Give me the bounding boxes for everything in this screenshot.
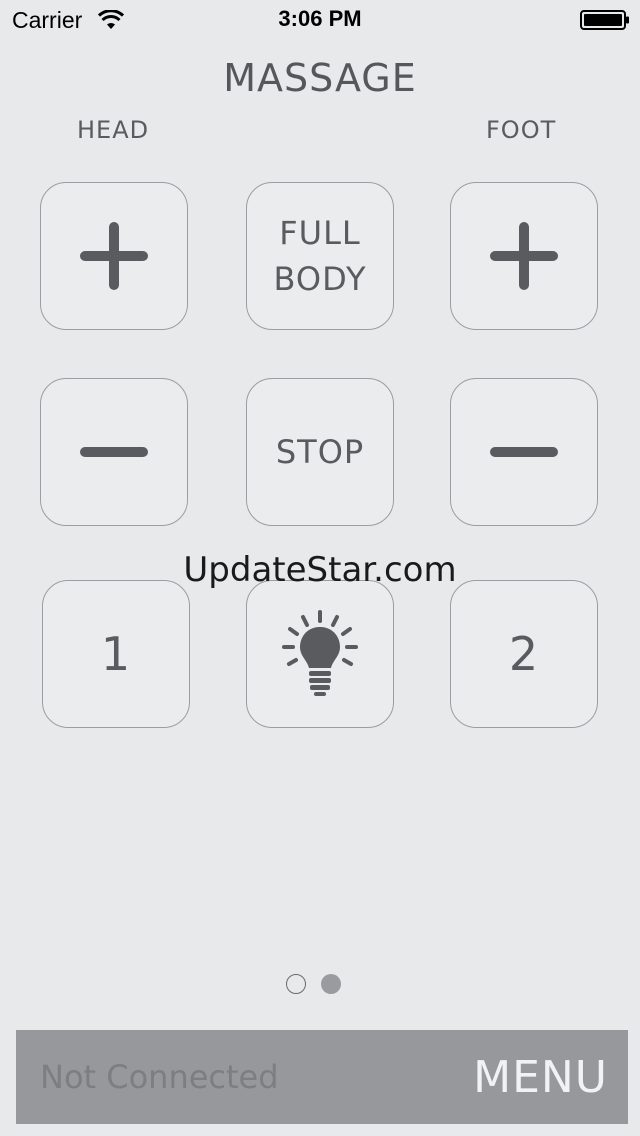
preset-1-button[interactable]: 1: [42, 580, 190, 728]
page-dot-1[interactable]: [286, 974, 306, 994]
minus-icon: [80, 447, 148, 457]
foot-down-button[interactable]: [450, 378, 598, 526]
menu-button[interactable]: MENU: [473, 1052, 608, 1103]
status-bar: Carrier 3:06 PM: [0, 0, 640, 40]
page-title: MASSAGE: [223, 56, 417, 100]
watermark: UpdateStar.com: [183, 550, 457, 590]
full-body-button[interactable]: FULL BODY: [246, 182, 394, 330]
page-dot-2-active[interactable]: [321, 974, 341, 994]
head-up-button[interactable]: [40, 182, 188, 330]
connection-status: Not Connected: [40, 1058, 279, 1096]
plus-icon: [80, 222, 148, 290]
minus-icon: [490, 447, 558, 457]
bottom-bar: Not Connected MENU: [16, 1030, 628, 1124]
lightbulb-icon: [282, 610, 358, 696]
stop-button[interactable]: STOP: [246, 378, 394, 526]
preset-1-label: 1: [100, 627, 132, 681]
full-body-label: FULL BODY: [273, 214, 367, 298]
head-down-button[interactable]: [40, 378, 188, 526]
preset-2-button[interactable]: 2: [450, 580, 598, 728]
head-label: HEAD: [77, 116, 150, 144]
stop-label: STOP: [275, 433, 365, 471]
battery-icon: [580, 10, 629, 30]
foot-up-button[interactable]: [450, 182, 598, 330]
light-button[interactable]: [246, 580, 394, 728]
preset-2-label: 2: [508, 627, 540, 681]
plus-icon: [490, 222, 558, 290]
clock: 3:06 PM: [278, 6, 362, 31]
foot-label: FOOT: [486, 116, 557, 144]
